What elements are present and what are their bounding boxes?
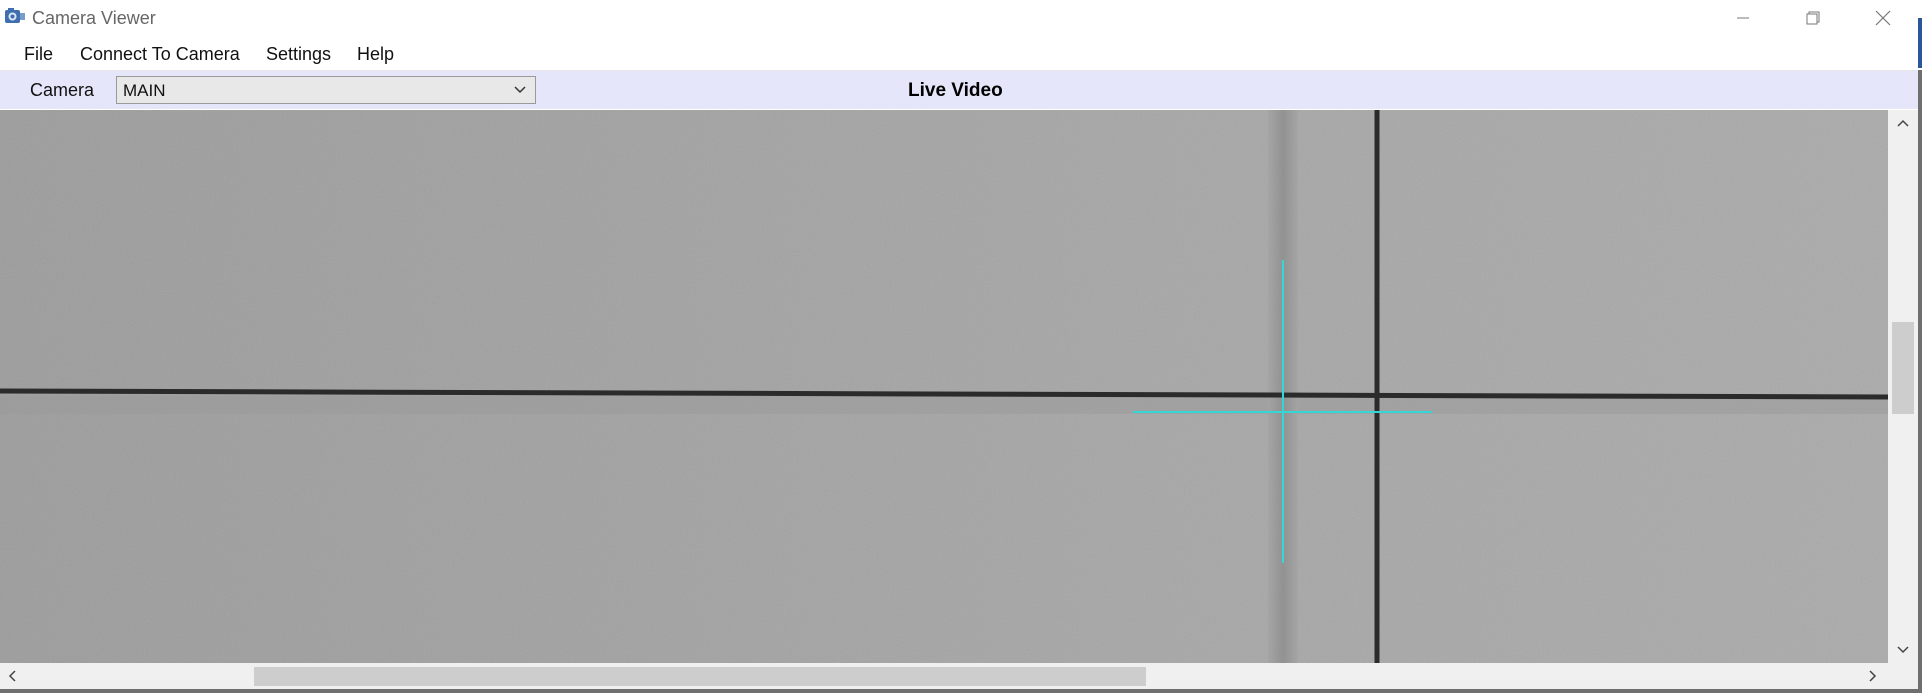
restore-icon [1806, 11, 1820, 25]
window-accent-edge [1918, 18, 1922, 68]
chevron-left-icon[interactable] [5, 669, 19, 683]
vertical-scroll-thumb[interactable] [1892, 322, 1914, 414]
menu-help[interactable]: Help [355, 42, 396, 67]
vertical-scrollbar[interactable] [1888, 110, 1918, 663]
window-title: Camera Viewer [32, 8, 156, 28]
video-frame [0, 110, 1888, 663]
camera-label: Camera [30, 80, 95, 100]
window-right-border [1918, 70, 1922, 693]
close-icon [1875, 10, 1891, 26]
menu-settings[interactable]: Settings [264, 42, 333, 67]
live-video-viewport[interactable] [0, 110, 1888, 663]
camera-app-icon [5, 8, 25, 23]
scrollbar-corner [1888, 663, 1918, 689]
menu-connect-to-camera[interactable]: Connect To Camera [78, 42, 242, 67]
video-shadow-band [0, 396, 1888, 414]
chevron-up-icon[interactable] [1896, 116, 1910, 130]
chevron-down-icon [514, 86, 526, 94]
close-button[interactable] [1850, 0, 1916, 36]
title-bar: Camera Viewer [0, 0, 1922, 36]
chevron-down-icon[interactable] [1896, 643, 1910, 657]
horizontal-scroll-thumb[interactable] [254, 667, 1146, 686]
horizontal-scrollbar[interactable] [0, 663, 1888, 689]
camera-select[interactable]: MAIN [116, 76, 536, 104]
window-bottom-border [0, 689, 1922, 693]
video-noise [0, 110, 1888, 663]
menu-file[interactable]: File [22, 42, 55, 67]
minimize-icon [1737, 17, 1749, 19]
menu-bar: File Connect To Camera Settings Help [0, 36, 1918, 71]
camera-select-value: MAIN [123, 81, 166, 100]
minimize-button[interactable] [1710, 0, 1776, 36]
restore-button[interactable] [1780, 0, 1846, 36]
chevron-right-icon[interactable] [1866, 669, 1880, 683]
view-title: Live Video [908, 80, 1003, 101]
camera-toolbar: Camera MAIN Live Video [0, 71, 1918, 109]
